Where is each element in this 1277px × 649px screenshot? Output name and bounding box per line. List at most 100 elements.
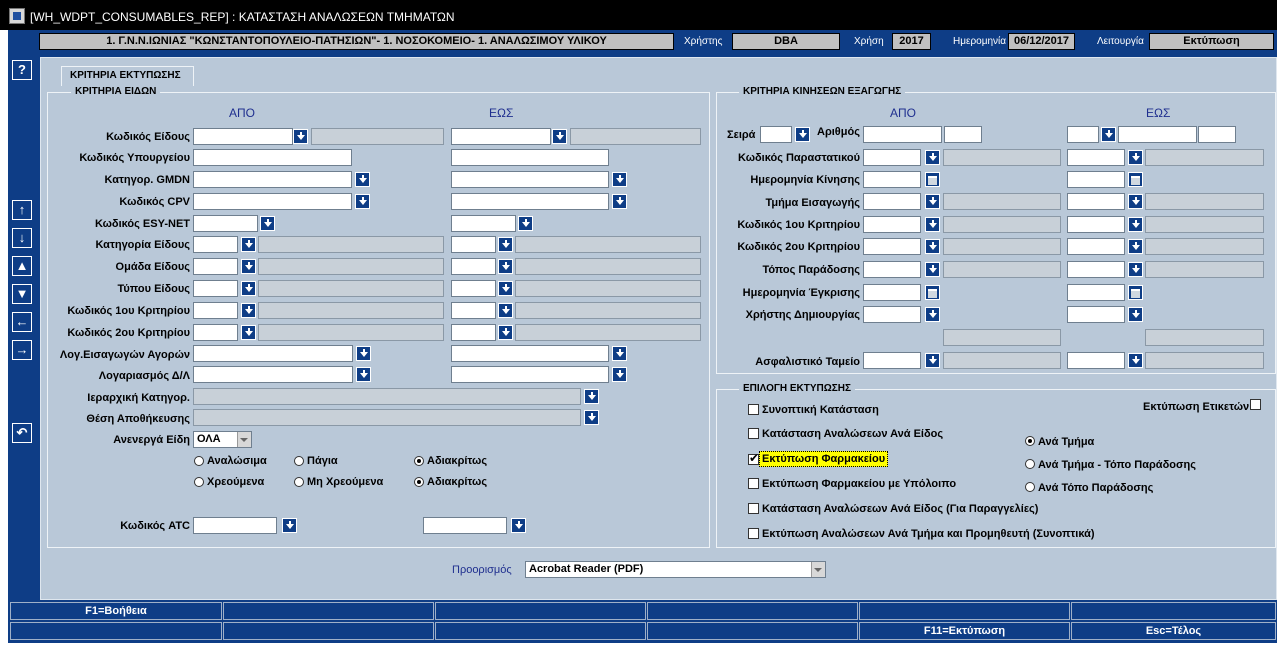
series-to[interactable] [1067, 126, 1099, 143]
check-summary[interactable] [748, 404, 759, 415]
document-code-from[interactable] [863, 149, 921, 166]
insurance-fund-to[interactable] [1067, 352, 1125, 369]
list-icon[interactable] [612, 346, 627, 361]
number-from[interactable] [863, 126, 942, 143]
item-group-from[interactable] [193, 258, 238, 275]
atc-to[interactable] [423, 517, 507, 534]
atc-from[interactable] [193, 517, 277, 534]
chevron-down-icon[interactable] [811, 562, 825, 577]
first-record-icon[interactable]: ↑ [12, 200, 32, 220]
check-dept-supplier[interactable] [748, 528, 759, 539]
radio-non-chargeable[interactable] [294, 477, 304, 487]
list-icon[interactable] [498, 259, 513, 274]
number-to[interactable] [1118, 126, 1197, 143]
next-block-icon[interactable]: ▼ [12, 284, 32, 304]
list-icon[interactable] [1101, 127, 1116, 142]
radio-by-department[interactable] [1025, 436, 1035, 446]
delivery-place-to[interactable] [1067, 261, 1125, 278]
insurance-fund-from[interactable] [863, 352, 921, 369]
list-icon[interactable] [552, 129, 567, 144]
chevron-down-icon[interactable] [237, 432, 251, 447]
gmdn-from[interactable] [193, 171, 352, 188]
list-icon[interactable] [1128, 217, 1143, 232]
list-icon[interactable] [925, 262, 940, 277]
item-code-to[interactable] [451, 128, 551, 145]
list-icon[interactable] [355, 194, 370, 209]
created-by-from[interactable] [863, 306, 921, 323]
import-department-to[interactable] [1067, 193, 1125, 210]
radio-by-department-place[interactable] [1025, 459, 1035, 469]
list-icon[interactable] [584, 389, 599, 404]
cpv-from[interactable] [193, 193, 352, 210]
list-icon[interactable] [355, 172, 370, 187]
radio-fixed-assets[interactable] [294, 456, 304, 466]
list-icon[interactable] [241, 259, 256, 274]
destination-select[interactable]: Acrobat Reader (PDF) [525, 561, 826, 578]
item-code-from[interactable] [193, 128, 293, 145]
list-icon[interactable] [511, 518, 526, 533]
purchase-accounts-to[interactable] [451, 345, 609, 362]
list-icon[interactable] [1128, 239, 1143, 254]
esynet-from[interactable] [193, 215, 258, 232]
import-department-from[interactable] [863, 193, 921, 210]
ministry-code-from[interactable] [193, 149, 352, 166]
radio-type-any[interactable] [414, 456, 424, 466]
radio-consumables[interactable] [194, 456, 204, 466]
list-icon[interactable] [1128, 353, 1143, 368]
print-labels-checkbox[interactable] [1250, 399, 1261, 410]
criterion2-from[interactable] [193, 324, 238, 341]
radio-by-place[interactable] [1025, 482, 1035, 492]
list-icon[interactable] [925, 353, 940, 368]
next-record-icon[interactable]: → [12, 340, 32, 360]
movement-criterion1-from[interactable] [863, 216, 921, 233]
gmdn-to[interactable] [451, 171, 609, 188]
radio-charge-any[interactable] [414, 477, 424, 487]
item-type-to[interactable] [451, 280, 496, 297]
movement-date-to[interactable] [1067, 171, 1125, 188]
ministry-code-to[interactable] [451, 149, 609, 166]
list-icon[interactable] [1128, 262, 1143, 277]
item-type-from[interactable] [193, 280, 238, 297]
tab-print-criteria[interactable]: ΚΡΙΤΗΡΙΑ ΕΚΤΥΠΩΣΗΣ [61, 66, 194, 86]
list-icon[interactable] [293, 129, 308, 144]
help-button[interactable]: ? [12, 60, 32, 80]
list-icon[interactable] [925, 150, 940, 165]
approval-date-to[interactable] [1067, 284, 1125, 301]
movement-criterion2-to[interactable] [1067, 238, 1125, 255]
calendar-icon[interactable] [1128, 172, 1143, 187]
calendar-icon[interactable] [925, 285, 940, 300]
number-from-suffix[interactable] [944, 126, 982, 143]
check-pharmacy[interactable] [748, 451, 759, 465]
list-icon[interactable] [241, 281, 256, 296]
item-category-to[interactable] [451, 236, 496, 253]
list-icon[interactable] [518, 216, 533, 231]
list-icon[interactable] [356, 367, 371, 382]
delivery-place-from[interactable] [863, 261, 921, 278]
movement-date-from[interactable] [863, 171, 921, 188]
check-by-item-orders[interactable] [748, 503, 759, 514]
f11-print-button[interactable]: F11=Εκτύπωση [859, 622, 1070, 640]
list-icon[interactable] [241, 303, 256, 318]
list-icon[interactable] [498, 303, 513, 318]
criterion1-to[interactable] [451, 302, 496, 319]
list-icon[interactable] [282, 518, 297, 533]
item-category-from[interactable] [193, 236, 238, 253]
list-icon[interactable] [241, 237, 256, 252]
series-from[interactable] [760, 126, 792, 143]
criterion2-to[interactable] [451, 324, 496, 341]
document-code-to[interactable] [1067, 149, 1125, 166]
check-pharmacy-balance[interactable] [748, 478, 759, 489]
list-icon[interactable] [612, 194, 627, 209]
list-icon[interactable] [498, 237, 513, 252]
list-icon[interactable] [925, 194, 940, 209]
esynet-to[interactable] [451, 215, 516, 232]
item-group-to[interactable] [451, 258, 496, 275]
list-icon[interactable] [260, 216, 275, 231]
account-dl-to[interactable] [451, 366, 609, 383]
list-icon[interactable] [498, 281, 513, 296]
account-dl-from[interactable] [193, 366, 353, 383]
cpv-to[interactable] [451, 193, 609, 210]
number-to-suffix[interactable] [1198, 126, 1236, 143]
criterion1-from[interactable] [193, 302, 238, 319]
previous-record-icon[interactable]: ← [12, 312, 32, 332]
